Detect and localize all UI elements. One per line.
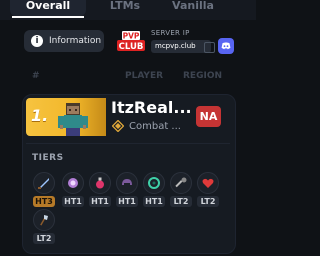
tier-label: HT1 [62,196,84,207]
player-title: Combat ... [129,121,181,132]
tier-heart[interactable]: LT2 [197,172,219,207]
information-label: Information [49,36,102,46]
tab-overall[interactable]: Overall [10,0,86,16]
tier-label: LT2 [33,233,55,244]
tier-crystal[interactable]: HT1 [143,172,165,207]
info-icon: i [31,35,43,47]
copy-icon[interactable] [204,42,215,53]
axe-icon [33,209,55,231]
region-badge: NA [196,106,221,127]
tier-label: HT1 [89,196,111,207]
potion-icon [89,172,111,194]
information-button[interactable]: i Information [24,30,104,52]
netherite-helmet-icon [116,172,138,194]
tier-label: HT3 [33,196,55,207]
tier-netherite[interactable]: HT1 [116,172,138,207]
heart-icon [197,172,219,194]
orb-icon [62,172,84,194]
active-tab-indicator [12,16,84,18]
crystal-icon [143,172,165,194]
combat-master-icon [112,120,124,132]
tier-label: LT2 [197,196,219,207]
tiers-label: TIERS [32,153,64,163]
tab-ltms[interactable]: LTMs [95,0,155,16]
player-name[interactable]: ItzReal... [111,98,192,117]
sword-icon [33,172,55,194]
discord-icon [221,42,231,50]
mace-icon [170,172,192,194]
tier-orb[interactable]: HT1 [62,172,84,207]
tier-label: LT2 [170,196,192,207]
tier-label: HT1 [116,196,138,207]
column-player-header: PLAYER [125,71,164,81]
server-ip-label: SERVER IP [151,29,190,37]
server-address[interactable]: mcpvp.club [151,40,211,53]
tier-axe[interactable]: LT2 [33,209,55,244]
tier-label: HT1 [143,196,165,207]
player-avatar [58,103,88,136]
svg-text:PVP: PVP [123,32,140,41]
tier-sword[interactable]: HT3 [33,172,55,207]
card-divider [26,143,230,144]
tier-mace[interactable]: LT2 [170,172,192,207]
rank-number: 1. [31,106,49,125]
tab-vanilla[interactable]: Vanilla [165,0,221,16]
column-rank-header: # [32,71,40,81]
discord-button[interactable] [218,38,234,54]
svg-text:CLUB: CLUB [119,42,144,52]
tier-potion[interactable]: HT1 [89,172,111,207]
column-region-header: REGION [183,71,222,81]
pvp-club-logo: PVP CLUB [117,31,145,52]
